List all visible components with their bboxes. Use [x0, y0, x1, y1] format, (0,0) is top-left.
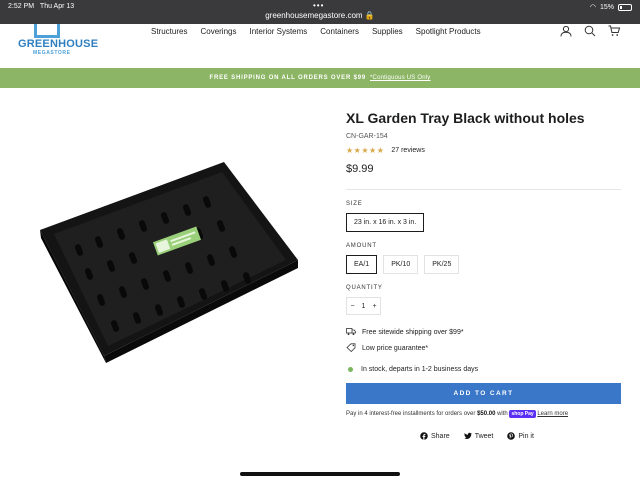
- nav-coverings[interactable]: Coverings: [200, 27, 236, 36]
- facebook-icon: [420, 432, 428, 440]
- site-logo[interactable]: GREENHOUSE MEGASTORE: [18, 24, 98, 64]
- ios-status-bar: 2:52 PM Thu Apr 13 ••• greenhousemegasto…: [0, 0, 640, 24]
- add-to-cart-button[interactable]: ADD TO CART: [346, 383, 621, 404]
- quantity-label: QUANTITY: [346, 285, 383, 291]
- lock-icon: 🔒: [364, 11, 375, 20]
- quantity-stepper: − 1 +: [346, 297, 381, 315]
- installments-note: Pay in 4 interest-free installments for …: [346, 410, 569, 418]
- cart-icon[interactable]: [608, 24, 621, 42]
- product-price: $9.99: [346, 163, 374, 175]
- shipping-banner: FREE SHIPPING ON ALL ORDERS OVER $99 *Co…: [0, 68, 640, 88]
- garden-tray-image: [40, 162, 298, 363]
- status-icons: ◠ 15%: [590, 3, 632, 11]
- twitter-icon: [463, 432, 472, 439]
- product-title: XL Garden Tray Black without holes: [346, 110, 585, 126]
- nav-structures[interactable]: Structures: [151, 27, 187, 36]
- star-rating-icon: ★★★★★: [346, 146, 385, 155]
- browser-menu-dots[interactable]: •••: [313, 1, 324, 10]
- quantity-increase-button[interactable]: +: [369, 303, 380, 310]
- in-stock-dot-icon: [348, 367, 353, 372]
- product-rating[interactable]: ★★★★★ 27 reviews: [346, 146, 621, 155]
- amount-options: EA/1 PK/10 PK/25: [346, 255, 621, 274]
- size-option-23x16x3[interactable]: 23 in. x 16 in. x 3 in.: [346, 213, 425, 232]
- address-bar[interactable]: greenhousemegastore.com 🔒: [0, 11, 640, 20]
- free-shipping-perk: Free sitewide shipping over $99*: [346, 327, 621, 338]
- site-header: GREENHOUSE MEGASTORE Structures Covering…: [0, 24, 640, 68]
- logo-mark-icon: [34, 24, 60, 38]
- pinterest-icon: [507, 432, 516, 440]
- nav-interior-systems[interactable]: Interior Systems: [249, 27, 307, 36]
- status-time: 2:52 PM Thu Apr 13: [8, 3, 75, 10]
- share-links: Share Tweet Pin it: [420, 432, 621, 440]
- product-sku: CN-GAR-154: [346, 133, 388, 140]
- review-count[interactable]: 27 reviews: [391, 147, 424, 154]
- truck-icon: [346, 327, 356, 338]
- shop-pay-logo: shop Pay: [509, 410, 536, 418]
- search-icon[interactable]: [584, 24, 596, 42]
- main-nav: Structures Coverings Interior Systems Co…: [151, 27, 481, 36]
- contiguous-us-link[interactable]: *Contiguous US Only: [370, 75, 431, 81]
- product-info: XL Garden Tray Black without holes CN-GA…: [346, 110, 621, 440]
- battery-icon: [618, 3, 632, 11]
- share-twitter-button[interactable]: Tweet: [463, 432, 493, 440]
- amount-option-pk25[interactable]: PK/25: [424, 255, 460, 274]
- amount-option-pk10[interactable]: PK/10: [383, 255, 419, 274]
- quantity-value[interactable]: 1: [358, 303, 369, 310]
- account-icon[interactable]: [560, 24, 572, 42]
- amount-label: AMOUNT: [346, 243, 377, 249]
- share-facebook-button[interactable]: Share: [420, 432, 450, 440]
- divider: [346, 189, 621, 190]
- wifi-icon: ◠: [589, 4, 596, 11]
- header-icons: [560, 24, 621, 42]
- learn-more-link[interactable]: Learn more: [537, 411, 568, 417]
- battery-percent: 15%: [599, 3, 614, 11]
- size-options: 23 in. x 16 in. x 3 in.: [346, 213, 621, 232]
- amount-option-ea1[interactable]: EA/1: [346, 255, 378, 274]
- nav-supplies[interactable]: Supplies: [372, 27, 403, 36]
- stock-status: In stock, departs in 1-2 business days: [346, 366, 621, 373]
- nav-containers[interactable]: Containers: [320, 27, 359, 36]
- size-label: SIZE: [346, 201, 363, 207]
- product-image[interactable]: [36, 156, 304, 364]
- tag-icon: [346, 343, 356, 354]
- quantity-decrease-button[interactable]: −: [347, 303, 358, 310]
- home-indicator[interactable]: [240, 472, 400, 476]
- share-pinterest-button[interactable]: Pin it: [507, 432, 534, 440]
- nav-spotlight-products[interactable]: Spotlight Products: [416, 27, 481, 36]
- price-guarantee-perk: Low price guarantee*: [346, 343, 621, 354]
